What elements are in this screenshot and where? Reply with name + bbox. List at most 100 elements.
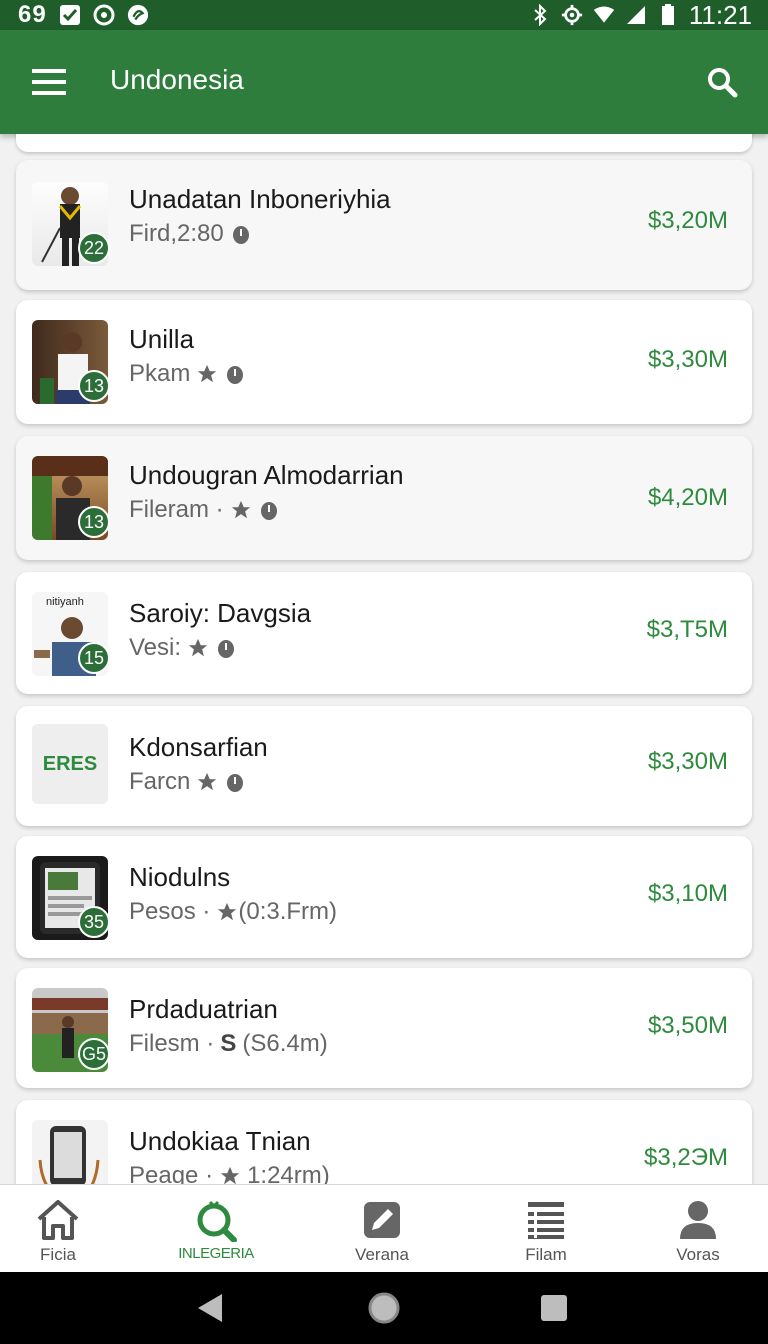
item-subtitle-extra: (S6.4m) <box>242 1030 328 1057</box>
item-title: Saroiy: Davgsia <box>129 598 312 628</box>
back-triangle-icon <box>198 1294 222 1322</box>
search-location-icon <box>193 1197 239 1243</box>
item-price: $3,30M <box>647 346 728 373</box>
clock-icon <box>258 499 280 521</box>
item-badge: 13 <box>78 370 110 402</box>
app-bar: Undonesia <box>0 30 768 134</box>
item-subtitle-text: Vesi: <box>129 634 182 661</box>
list-item[interactable]: Undokiaa Tnian Peage · 1:24rm) $3,2ЭM <box>16 1100 752 1184</box>
star-icon <box>230 499 252 521</box>
home-system-button[interactable] <box>366 1290 402 1326</box>
clock-icon <box>224 771 246 793</box>
item-subtitle-text: Peage · <box>129 1162 214 1184</box>
back-button[interactable] <box>192 1290 228 1326</box>
wifi-icon <box>593 4 615 26</box>
list-item[interactable]: 13 Unilla Pkam $3,30M <box>16 300 752 424</box>
item-subtitle-text: Fileram · <box>129 496 224 523</box>
list-item[interactable]: G5 Prdaduatrian Filesm · S (S6.4m) $3,50… <box>16 968 752 1088</box>
nav-item-home[interactable]: Ficia <box>0 1185 118 1273</box>
item-price: $3,30M <box>647 748 728 775</box>
item-subtitle-text: Farcn <box>129 768 191 795</box>
list-item[interactable]: 35 Niodulns Pesos · (0:3.Frm) $3,10M <box>16 836 752 958</box>
item-subtitle-text: Pkam <box>129 360 191 387</box>
item-title: Prdaduatrian <box>129 994 278 1024</box>
item-subtitle-text: Pesos · <box>129 898 211 925</box>
list-item[interactable]: 22 Unadatan Inboneriyhia Fird,2:80 $3,20… <box>16 160 752 290</box>
signal-icon <box>625 4 647 26</box>
item-thumbnail <box>32 1120 108 1184</box>
item-title: Undokiaa Tnian <box>129 1126 311 1156</box>
item-title: Undougran Almodarrian <box>129 460 404 490</box>
results-list[interactable]: 22 Unadatan Inboneriyhia Fird,2:80 $3,20… <box>0 134 768 1184</box>
home-circle-icon <box>368 1292 400 1324</box>
star-icon <box>187 637 209 659</box>
item-subtitle: Peage · 1:24rm) <box>129 1162 330 1184</box>
item-thumbnail: nitiyanh 15 <box>32 592 110 676</box>
star-icon <box>196 363 218 385</box>
item-subtitle: Farcn <box>129 768 246 796</box>
search-button[interactable] <box>698 58 746 106</box>
search-icon <box>708 68 738 98</box>
item-price: $4,20M <box>647 484 728 511</box>
list-item[interactable]: nitiyanh 15 Saroiy: Davgsia Vesi: $3,T5M <box>16 572 752 694</box>
nav-label: Ficia <box>40 1245 76 1264</box>
item-subtitle-extra: 1:24rm) <box>247 1162 330 1184</box>
item-subtitle-s: S <box>220 1030 237 1057</box>
bluetooth-icon <box>529 4 551 26</box>
item-subtitle-text: Filesm · <box>129 1030 215 1057</box>
item-thumbnail: 35 <box>32 856 110 940</box>
item-thumbnail: 22 <box>32 182 110 266</box>
recents-square-icon <box>541 1295 567 1321</box>
system-navigation-bar <box>0 1272 768 1344</box>
item-subtitle: Filesm · S (S6.4m) <box>129 1030 328 1058</box>
thumbnail-logo-text: ERES <box>42 752 98 775</box>
app-title: Undonesia <box>110 64 244 95</box>
item-title: Kdonsarfian <box>129 732 268 762</box>
sync-notification-icon <box>93 4 115 26</box>
item-subtitle: Vesi: <box>129 634 237 662</box>
star-icon <box>196 771 218 793</box>
list-item[interactable]: 13 Undougran Almodarrian Fileram · $4,20… <box>16 436 752 560</box>
nav-item-list[interactable]: Filam <box>486 1185 606 1273</box>
item-badge: G5 <box>78 1038 110 1070</box>
nav-label: Filam <box>525 1245 567 1264</box>
previous-card-edge <box>16 134 752 152</box>
nav-item-edit[interactable]: Verana <box>322 1185 442 1273</box>
item-title: Niodulns <box>129 862 231 892</box>
item-title: Unadatan Inboneriyhia <box>129 184 391 214</box>
thumbnail-caption: nitiyanh <box>46 596 84 608</box>
item-badge: 22 <box>78 232 110 264</box>
clock-icon <box>224 363 246 385</box>
star-icon <box>219 1165 241 1184</box>
clock-icon <box>230 223 252 245</box>
nav-item-profile[interactable]: Voras <box>638 1185 758 1273</box>
nav-item-search[interactable]: INLEGERIA <box>156 1185 276 1273</box>
status-time: 11:21 <box>688 0 752 30</box>
item-thumbnail: G5 <box>32 988 110 1072</box>
battery-icon <box>657 4 679 26</box>
status-bar: 69 11:21 <box>0 0 768 30</box>
item-price: $3,2ЭM <box>644 1144 728 1171</box>
home-icon <box>35 1197 81 1243</box>
item-price: $3,T5M <box>646 616 728 643</box>
status-number: 69 <box>18 1 47 28</box>
app-notification-icon <box>127 4 149 26</box>
menu-button[interactable] <box>26 60 74 104</box>
nav-label: INLEGERIA <box>178 1245 254 1262</box>
star-icon <box>216 901 238 923</box>
item-subtitle: Fird,2:80 <box>129 220 252 248</box>
item-subtitle: Pkam <box>129 360 246 388</box>
item-badge: 15 <box>78 642 110 674</box>
bottom-navigation: Ficia INLEGERIA Verana Filam Voras <box>0 1184 768 1273</box>
hamburger-menu-icon <box>32 69 66 95</box>
item-price: $3,20M <box>647 207 728 234</box>
nav-label: Verana <box>355 1245 409 1264</box>
clock-icon <box>215 637 237 659</box>
checkbox-notification-icon <box>59 4 81 26</box>
recents-button[interactable] <box>536 1290 572 1326</box>
item-subtitle-text: Fird,2:80 <box>129 220 224 247</box>
list-item[interactable]: ERES Kdonsarfian Farcn $3,30M <box>16 706 752 826</box>
item-thumbnail: ERES <box>32 724 108 804</box>
item-subtitle: Pesos · (0:3.Frm) <box>129 898 337 926</box>
item-title: Unilla <box>129 324 195 354</box>
